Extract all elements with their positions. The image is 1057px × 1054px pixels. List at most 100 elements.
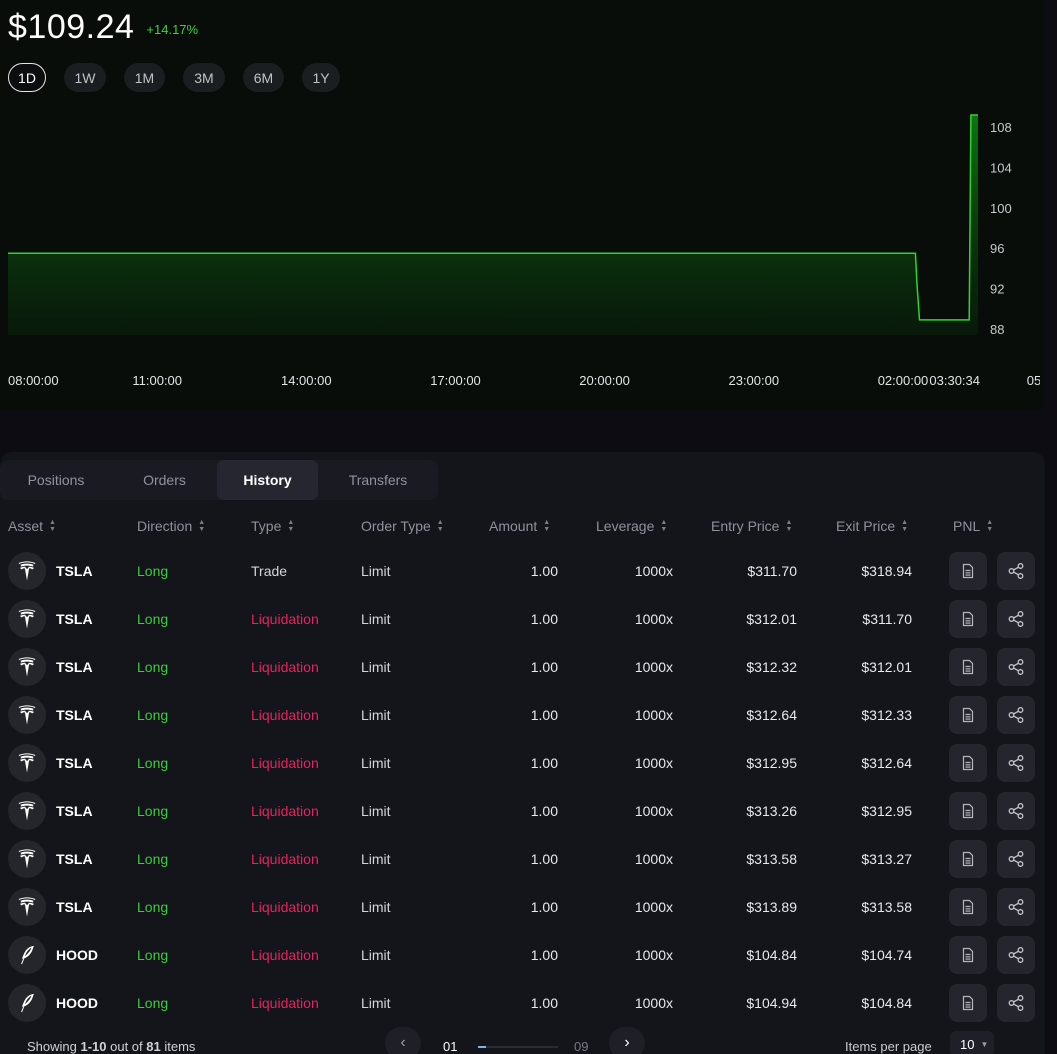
asset-symbol: HOOD xyxy=(56,995,98,1011)
column-leverage-header[interactable]: Leverage ▲ ▼ xyxy=(596,518,667,534)
timeframe-1y-button[interactable]: 1Y xyxy=(302,63,340,92)
exit-price-value: $312.95 xyxy=(861,803,912,819)
column-entry-price-header[interactable]: Entry Price ▲ ▼ xyxy=(711,518,792,534)
share-icon[interactable] xyxy=(997,600,1035,638)
share-icon[interactable] xyxy=(997,744,1035,782)
share-icon[interactable] xyxy=(997,936,1035,974)
details-document-icon[interactable] xyxy=(949,792,987,830)
column-asset-header[interactable]: Asset ▲ ▼ xyxy=(8,518,56,534)
amount-value: 1.00 xyxy=(530,659,558,675)
table-row[interactable]: TSLA Long Liquidation Limit 1.00 1000x $313.26… xyxy=(0,787,1045,835)
order-type-value: Limit xyxy=(361,995,391,1011)
details-document-icon[interactable] xyxy=(949,696,987,734)
order-type-value: Limit xyxy=(361,851,391,867)
amount-value: 1.00 xyxy=(530,707,558,723)
direction-value: Long xyxy=(137,755,169,771)
price-area-fill xyxy=(8,115,978,335)
asset-symbol: HOOD xyxy=(56,947,98,963)
column-direction-header[interactable]: Direction ▲ ▼ xyxy=(137,518,205,534)
tesla-logo-icon xyxy=(8,552,46,590)
details-document-icon[interactable] xyxy=(949,888,987,926)
details-document-icon[interactable] xyxy=(949,744,987,782)
tab-orders[interactable]: Orders xyxy=(112,460,217,500)
column-exit-price-header[interactable]: Exit Price ▲ ▼ xyxy=(836,518,908,534)
share-icon[interactable] xyxy=(997,888,1035,926)
share-icon[interactable] xyxy=(997,792,1035,830)
entry-price-value: $104.84 xyxy=(746,947,797,963)
exit-price-value: $312.01 xyxy=(861,659,912,675)
table-tabs: Positions Orders History Transfers xyxy=(0,460,438,500)
amount-value: 1.00 xyxy=(530,611,558,627)
table-row[interactable]: TSLA Long Liquidation Limit 1.00 1000x $312.95… xyxy=(0,739,1045,787)
order-type-value: Limit xyxy=(361,803,391,819)
share-icon[interactable] xyxy=(997,984,1035,1022)
type-value: Liquidation xyxy=(251,899,319,915)
details-document-icon[interactable] xyxy=(949,600,987,638)
table-row[interactable]: TSLA Long Liquidation Limit 1.00 1000x $312.01… xyxy=(0,595,1045,643)
column-order-type-header[interactable]: Order Type ▲ ▼ xyxy=(361,518,444,534)
type-value: Liquidation xyxy=(251,611,319,627)
table-row[interactable]: HOOD Long Liquidation Limit 1.00 1000x $104.94… xyxy=(0,979,1045,1027)
exit-price-value: $104.84 xyxy=(861,995,912,1011)
tesla-logo-icon xyxy=(8,744,46,782)
leverage-value: 1000x xyxy=(634,755,673,771)
entry-price-value: $312.64 xyxy=(746,707,797,723)
amount-value: 1.00 xyxy=(530,755,558,771)
prev-page-button[interactable]: ‹ xyxy=(385,1027,421,1054)
share-icon[interactable] xyxy=(997,552,1035,590)
timeframe-1d-button[interactable]: 1D xyxy=(8,63,46,92)
table-row[interactable]: TSLA Long Liquidation Limit 1.00 1000x $313.58… xyxy=(0,835,1045,883)
share-icon[interactable] xyxy=(997,696,1035,734)
items-per-page-select[interactable]: 10 ▼ xyxy=(950,1031,994,1054)
price-area-chart[interactable]: 108 104 100 96 92 88 08:00:00 11:00:00 14:00:00… xyxy=(0,110,1040,400)
leverage-value: 1000x xyxy=(634,995,673,1011)
details-document-icon[interactable] xyxy=(949,840,987,878)
details-document-icon[interactable] xyxy=(949,648,987,686)
tesla-logo-icon xyxy=(8,792,46,830)
order-type-value: Limit xyxy=(361,611,391,627)
table-row[interactable]: TSLA Long Liquidation Limit 1.00 1000x $312.32… xyxy=(0,643,1045,691)
x-axis-tick-label: 23:00:00 xyxy=(728,373,779,388)
order-type-value: Limit xyxy=(361,947,391,963)
details-document-icon[interactable] xyxy=(949,936,987,974)
timeframe-1w-button[interactable]: 1W xyxy=(64,63,106,92)
share-icon[interactable] xyxy=(997,840,1035,878)
price-header: $109.24 +14.17% xyxy=(8,8,198,47)
tab-transfers[interactable]: Transfers xyxy=(318,460,438,500)
column-pnl-header[interactable]: PNL ▲ ▼ xyxy=(953,518,993,534)
asset-symbol: TSLA xyxy=(56,611,93,627)
exit-price-value: $313.27 xyxy=(861,851,912,867)
sort-icon: ▲ ▼ xyxy=(287,519,295,533)
table-row[interactable]: HOOD Long Liquidation Limit 1.00 1000x $104.84… xyxy=(0,931,1045,979)
timeframe-3m-button[interactable]: 3M xyxy=(183,63,225,92)
leverage-value: 1000x xyxy=(634,659,673,675)
column-type-header[interactable]: Type ▲ ▼ xyxy=(251,518,294,534)
asset-symbol: TSLA xyxy=(56,563,93,579)
exit-price-value: $313.58 xyxy=(861,899,912,915)
robinhood-feather-icon xyxy=(8,984,46,1022)
type-value: Liquidation xyxy=(251,659,319,675)
details-document-icon[interactable] xyxy=(949,552,987,590)
timeframe-1m-button[interactable]: 1M xyxy=(124,63,165,92)
next-page-button[interactable]: › xyxy=(609,1027,645,1054)
tab-positions[interactable]: Positions xyxy=(0,460,112,500)
share-icon[interactable] xyxy=(997,648,1035,686)
tesla-logo-icon xyxy=(8,840,46,878)
type-value: Liquidation xyxy=(251,803,319,819)
amount-value: 1.00 xyxy=(530,995,558,1011)
timeframe-6m-button[interactable]: 6M xyxy=(243,63,284,92)
table-row[interactable]: TSLA Long Liquidation Limit 1.00 1000x $312.64… xyxy=(0,691,1045,739)
entry-price-value: $313.26 xyxy=(746,803,797,819)
exit-price-value: $312.33 xyxy=(861,707,912,723)
exit-price-value: $318.94 xyxy=(861,563,912,579)
direction-value: Long xyxy=(137,995,169,1011)
details-document-icon[interactable] xyxy=(949,984,987,1022)
exit-price-value: $104.74 xyxy=(861,947,912,963)
table-row[interactable]: TSLA Long Trade Limit 1.00 1000x $311.70 $318.9… xyxy=(0,547,1045,595)
column-amount-header[interactable]: Amount ▲ ▼ xyxy=(489,518,550,534)
table-row[interactable]: TSLA Long Liquidation Limit 1.00 1000x $313.89… xyxy=(0,883,1045,931)
y-axis-tick-label: 108 xyxy=(990,120,1012,135)
x-axis-tick-label: 20:00:00 xyxy=(579,373,630,388)
tab-history[interactable]: History xyxy=(217,460,318,500)
total-pages: 09 xyxy=(574,1039,589,1054)
